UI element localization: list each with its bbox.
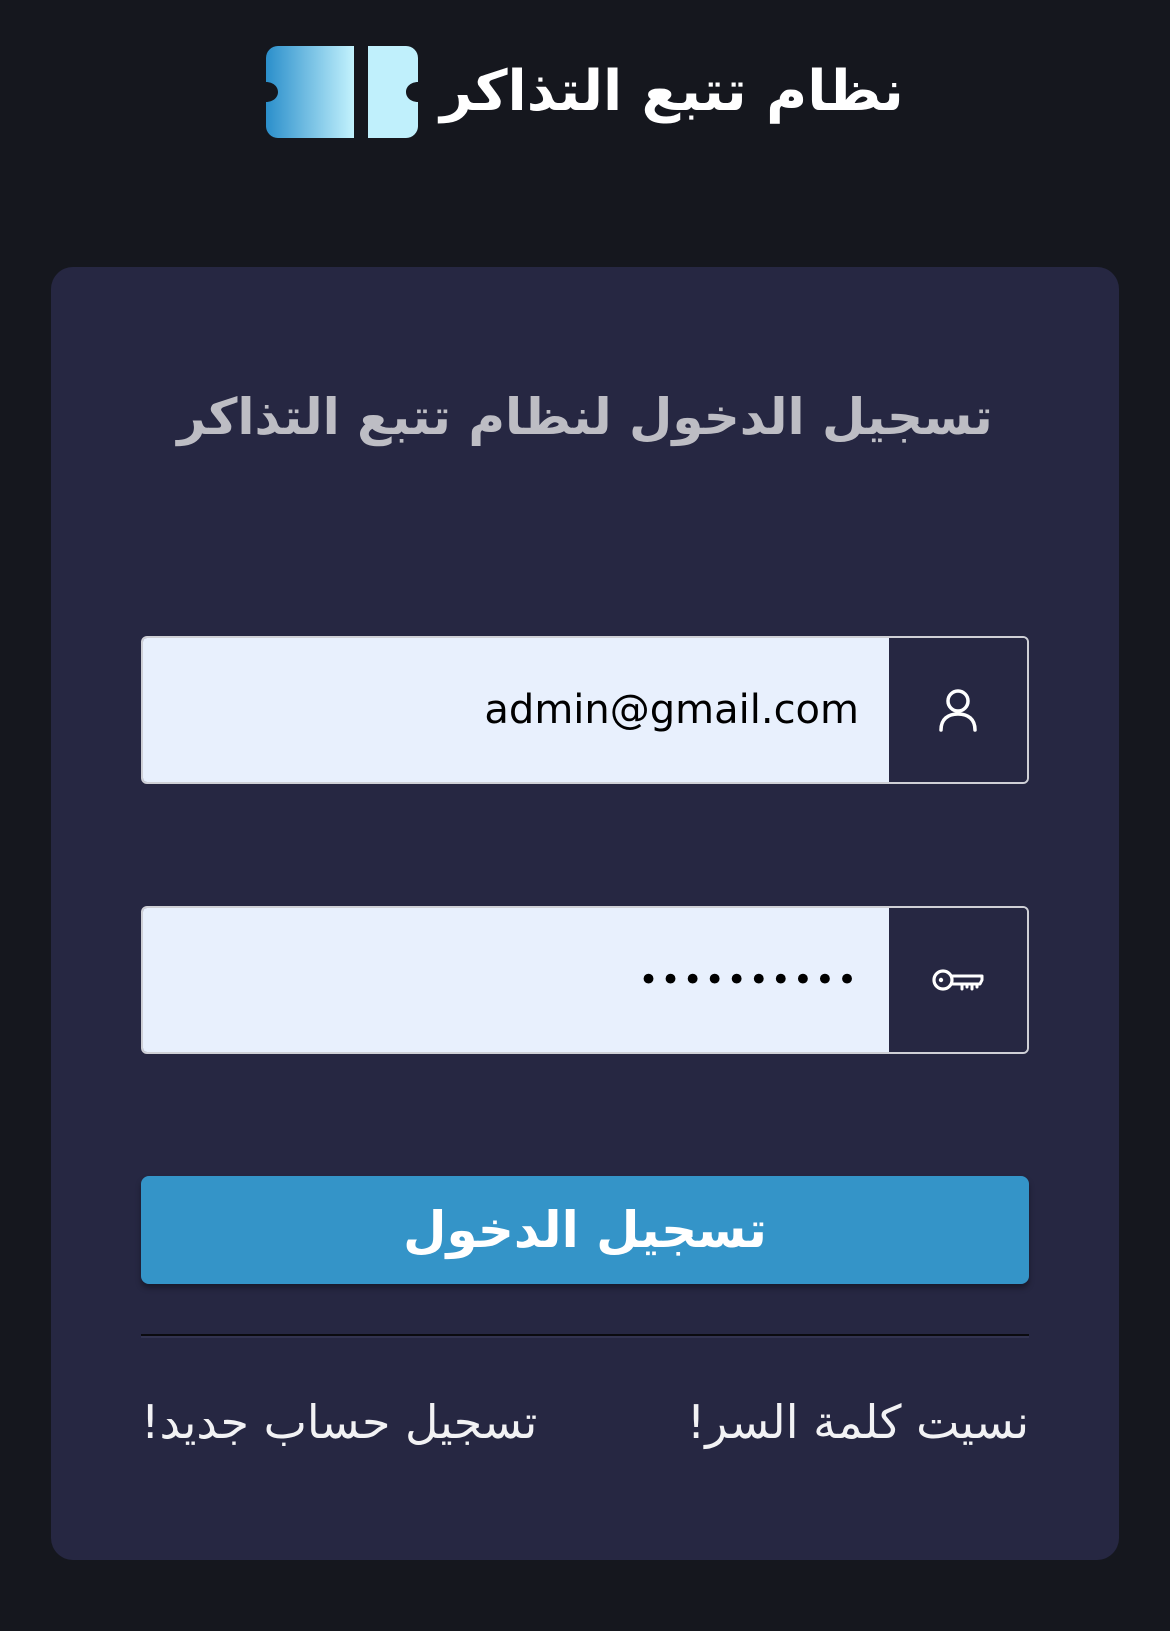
- password-field-group: [141, 906, 1029, 1054]
- forgot-password-link[interactable]: نسيت كلمة السر!: [687, 1395, 1029, 1450]
- register-link[interactable]: تسجيل حساب جديد!: [141, 1395, 537, 1450]
- login-card-title: تسجيل الدخول لنظام تتبع التذاكر: [177, 388, 993, 446]
- brand-header: نظام تتبع التذاكر: [0, 46, 1170, 138]
- key-icon: [889, 908, 1027, 1052]
- login-button[interactable]: تسجيل الدخول: [141, 1176, 1029, 1284]
- login-card: تسجيل الدخول لنظام تتبع التذاكر تسجيل ال…: [51, 267, 1119, 1560]
- password-input[interactable]: [143, 908, 889, 1052]
- email-field-group: [141, 636, 1029, 784]
- ticket-icon: [266, 46, 419, 138]
- email-input[interactable]: [143, 638, 889, 782]
- user-icon: [889, 638, 1027, 782]
- divider: [141, 1334, 1029, 1338]
- app-title: نظام تتبع التذاكر: [440, 59, 904, 124]
